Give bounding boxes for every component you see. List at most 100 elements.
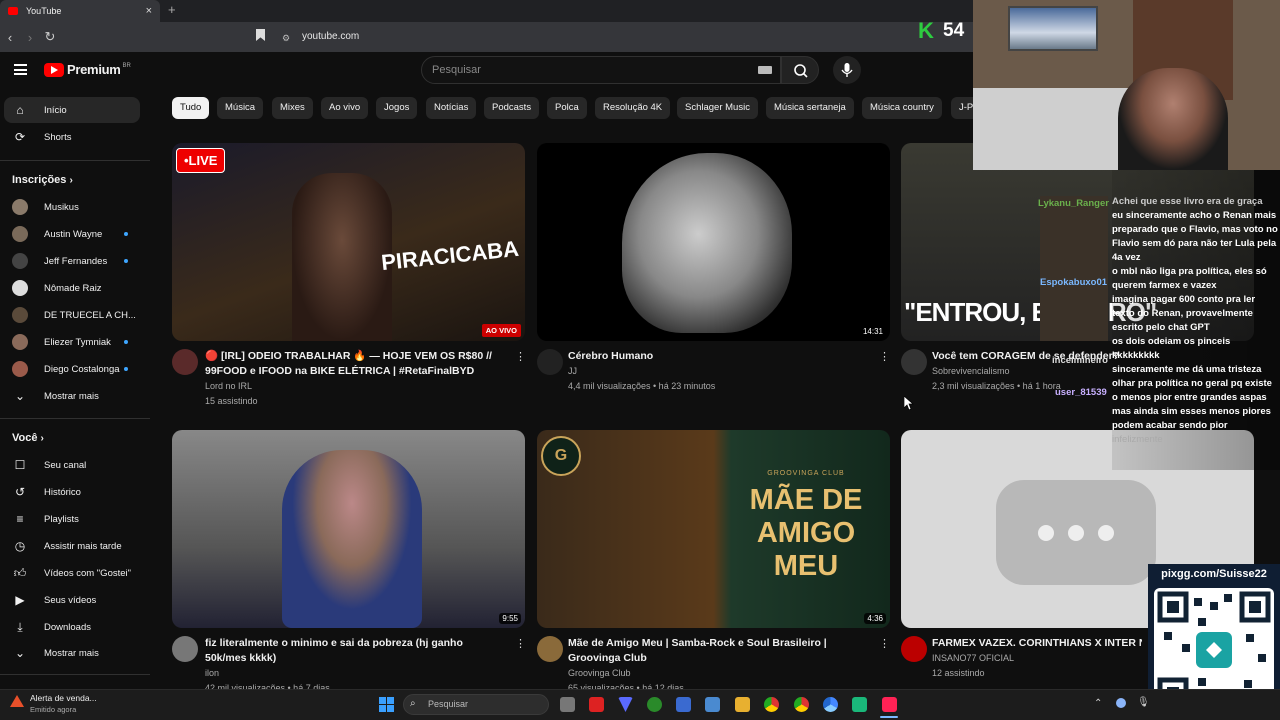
chip-podcasts[interactable]: Podcasts	[484, 97, 540, 119]
sidebar-item-eliezer-tymniak[interactable]: Eliezer Tymniak	[4, 329, 140, 355]
browser-tab[interactable]: YouTube ×	[0, 0, 160, 22]
voice-search-button[interactable]	[833, 56, 861, 84]
chip-ao-vivo[interactable]: Ao vivo	[321, 97, 369, 119]
video-thumbnail[interactable]: G GROOVINGA CLUB MÃE DE AMIGO MEU 4:36	[537, 430, 890, 628]
sidebar-item-nomade-raiz[interactable]: Nômade Raiz	[4, 275, 140, 301]
chip-musica-sertaneja[interactable]: Música sertaneja	[766, 97, 854, 119]
chip-schlager-music[interactable]: Schlager Music	[677, 97, 758, 119]
search-button[interactable]	[781, 56, 819, 84]
video-duration: 9:55	[499, 613, 521, 624]
search-input[interactable]: Pesquisar	[421, 56, 781, 84]
close-tab-icon[interactable]: ×	[146, 5, 152, 17]
sidebar-item-playlists[interactable]: ≡ Playlists	[4, 506, 140, 532]
chip-tudo[interactable]: Tudo	[172, 97, 210, 119]
chevron-down-icon: ⌄	[14, 646, 26, 660]
channel-avatar[interactable]	[537, 636, 563, 662]
sidebar-subscriptions-heading[interactable]: Inscrições ›	[12, 174, 73, 186]
channel-name[interactable]: Lord no IRL	[205, 379, 252, 393]
forward-icon[interactable]: ›	[20, 30, 40, 45]
sidebar-item-seus-videos[interactable]: ▶ Seus vídeos	[4, 587, 140, 613]
sidebar-you-heading[interactable]: Você ›	[12, 432, 44, 444]
sidebar-item-videos-gostei[interactable]: 👍︎ Vídeos com "Gostei"	[4, 560, 140, 586]
sidebar-item-label: Assistir mais tarde	[44, 540, 122, 552]
chat-message: eu sinceramente acho o Renan mais prepar…	[1112, 210, 1278, 263]
sidebar-item-jeff-fernandes[interactable]: Jeff Fernandes	[4, 248, 140, 274]
video-title[interactable]: fiz literalmente o minimo e sai da pobre…	[205, 636, 505, 666]
avatar	[12, 334, 28, 350]
more-options-icon[interactable]: ⋮	[515, 350, 526, 363]
video-title[interactable]: 🔴 [IRL] ODEIO TRABALHAR 🔥 — HOJE VEM OS …	[205, 349, 505, 379]
url-field[interactable]: youtube.com	[302, 31, 359, 42]
back-icon[interactable]: ‹	[0, 30, 20, 45]
brave-browser-icon[interactable]	[882, 697, 897, 712]
xbox-icon[interactable]	[647, 697, 662, 712]
chip-polca[interactable]: Polca	[547, 97, 587, 119]
sidebar-divider	[0, 160, 150, 161]
video-title[interactable]: Cérebro Humano	[568, 349, 868, 364]
video-title[interactable]: Mãe de Amigo Meu | Samba-Rock e Soul Bra…	[568, 636, 878, 666]
chip-musica[interactable]: Música	[217, 97, 264, 119]
tray-expand-icon[interactable]: ⌃	[1094, 698, 1102, 709]
search-icon: ⌕	[410, 698, 416, 709]
sidebar-show-more-subs[interactable]: ⌄ Mostrar mais	[4, 383, 140, 409]
new-content-dot	[124, 259, 128, 263]
chrome-icon[interactable]	[764, 697, 779, 712]
video-title[interactable]: FARMEX VAZEX. CORINTHIANS X INTER NA	[932, 636, 1142, 651]
channel-avatar[interactable]	[172, 349, 198, 375]
chip-resolucao-4k[interactable]: Resolução 4K	[595, 97, 671, 119]
channel-avatar[interactable]	[537, 349, 563, 375]
chip-jogos[interactable]: Jogos	[376, 97, 418, 119]
remote-app-icon[interactable]	[705, 697, 720, 712]
chip-noticias[interactable]: Notícias	[426, 97, 477, 119]
video-thumbnail[interactable]: 14:31	[537, 143, 890, 341]
task-view-icon[interactable]	[560, 697, 575, 712]
qr-label: pixgg.com/Suisse22	[1161, 568, 1267, 580]
sidebar-item-diego-costalonga[interactable]: Diego Costalonga	[4, 356, 140, 382]
more-options-icon[interactable]: ⋮	[515, 637, 526, 650]
sidebar-item-de-truecel[interactable]: DE TRUECEL A CH...	[4, 302, 140, 328]
reload-icon[interactable]: ↻	[40, 29, 60, 45]
chip-musica-country[interactable]: Música country	[862, 97, 942, 119]
groovinga-logo: G	[541, 436, 581, 476]
channel-name[interactable]: INSANO77 OFICIAL	[932, 651, 1014, 665]
youtube-app-icon[interactable]	[589, 697, 604, 712]
video-duration: 14:31	[859, 326, 886, 337]
file-explorer-icon[interactable]	[735, 697, 750, 712]
mic-tray-icon[interactable]: 🎙︎	[1137, 697, 1150, 708]
channel-name[interactable]: ilon	[205, 666, 219, 680]
more-options-icon[interactable]: ⋮	[879, 350, 890, 363]
menu-icon[interactable]	[14, 64, 27, 75]
sidebar-item-seu-canal[interactable]: ☐ Seu canal	[4, 452, 140, 478]
video-thumbnail[interactable]: 9:55	[172, 430, 525, 628]
tray-app-icon[interactable]	[1116, 698, 1126, 708]
new-tab-button[interactable]: +	[168, 2, 176, 17]
more-options-icon[interactable]: ⋮	[879, 637, 890, 650]
obs-app-icon[interactable]	[852, 697, 867, 712]
taskbar-search-input[interactable]: Pesquisar	[403, 694, 549, 715]
channel-avatar[interactable]	[901, 349, 927, 375]
windows-start-icon[interactable]	[379, 697, 394, 712]
site-info-icon[interactable]: ⚙	[282, 33, 290, 44]
chrome-profile-icon[interactable]	[794, 697, 809, 712]
youtube-logo[interactable]: Premium BR	[44, 62, 131, 77]
sidebar-item-assistir-mais-tarde[interactable]: ◷ Assistir mais tarde	[4, 533, 140, 559]
channel-name[interactable]: Groovinga Club	[568, 666, 631, 680]
keyboard-icon[interactable]	[758, 66, 772, 74]
notification-title[interactable]: Alerta de venda...	[30, 693, 97, 703]
sidebar-item-downloads[interactable]: ⤓ Downloads	[4, 614, 140, 640]
sidebar-item-austin-wayne[interactable]: Austin Wayne	[4, 221, 140, 247]
sidebar-item-musikus[interactable]: Musikus	[4, 194, 140, 220]
sidebar-item-historico[interactable]: ↺ Histórico	[4, 479, 140, 505]
notes-app-icon[interactable]	[676, 697, 691, 712]
video-thumbnail[interactable]: •LIVE PIRACICABA AO VIVO	[172, 143, 525, 341]
history-icon: ↺	[14, 485, 26, 499]
channel-name[interactable]: Sobrevivencialismo	[932, 364, 1010, 378]
channel-avatar[interactable]	[172, 636, 198, 662]
channel-name[interactable]: JJ	[568, 364, 577, 378]
chrome-beta-icon[interactable]	[823, 697, 838, 712]
channel-avatar[interactable]	[901, 636, 927, 662]
sidebar-item-inicio[interactable]: ⌂ Início	[4, 97, 140, 123]
sidebar-item-shorts[interactable]: ⟳ Shorts	[4, 124, 140, 150]
chip-mixes[interactable]: Mixes	[272, 97, 313, 119]
sidebar-show-more-you[interactable]: ⌄ Mostrar mais	[4, 640, 140, 666]
